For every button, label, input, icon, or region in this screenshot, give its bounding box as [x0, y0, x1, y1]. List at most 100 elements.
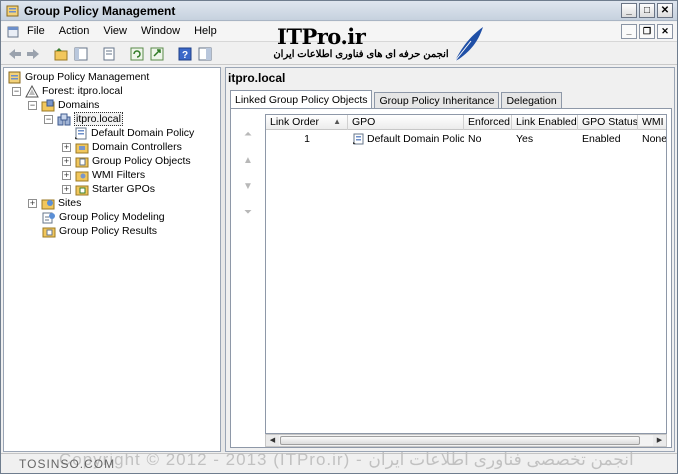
- linked-gpo-list[interactable]: Link Order ▲ GPO Enforced Link Enabled GP…: [265, 114, 667, 434]
- tree-item-default-domain-policy[interactable]: Default Domain Policy: [74, 126, 194, 140]
- tab-linked-gpos[interactable]: Linked Group Policy Objects: [230, 90, 373, 109]
- cell-link-enabled: Yes: [516, 132, 534, 145]
- feather-icon: [454, 27, 483, 62]
- tree-item-modeling[interactable]: Group Policy Modeling: [42, 210, 165, 224]
- horizontal-scrollbar[interactable]: ◀ ▶: [265, 434, 667, 447]
- help-icon[interactable]: ?: [177, 46, 193, 62]
- maximize-button[interactable]: □: [639, 3, 655, 18]
- menu-view[interactable]: View: [103, 25, 127, 37]
- app-window: Group Policy Management _ □ ✕ File Actio…: [0, 0, 678, 474]
- back-arrow-icon[interactable]: [7, 46, 23, 62]
- cell-wmi: None: [642, 132, 667, 145]
- column-header-enforced[interactable]: Enforced: [464, 115, 512, 130]
- expand-toggle[interactable]: +: [62, 184, 71, 194]
- move-up-icon[interactable]: ▲: [241, 155, 255, 169]
- tree-item-sites[interactable]: + Sites: [28, 196, 81, 210]
- column-label: Link Order: [270, 116, 320, 128]
- tree-item-gpm[interactable]: Group Policy Management: [8, 70, 149, 84]
- tree-label: Sites: [58, 197, 82, 209]
- wmi-folder-icon: [75, 171, 89, 181]
- child-close-button[interactable]: ✕: [657, 24, 673, 39]
- menu-help[interactable]: Help: [194, 25, 217, 37]
- collapse-toggle[interactable]: −: [12, 86, 21, 96]
- column-header-gpo-status[interactable]: GPO Status: [578, 115, 638, 130]
- column-header-gpo[interactable]: GPO: [348, 115, 464, 130]
- menu-file[interactable]: File: [27, 25, 45, 37]
- logo-brand: ITPro.ir: [277, 24, 366, 49]
- modeling-icon: [42, 212, 55, 223]
- menu-action[interactable]: Action: [59, 25, 90, 37]
- collapse-toggle[interactable]: −: [44, 114, 53, 124]
- cell-gpo: Default Domain Policy: [348, 131, 464, 146]
- action-pane-icon[interactable]: [197, 46, 213, 62]
- details-title: itpro.local: [228, 71, 286, 85]
- child-minimize-button[interactable]: _: [621, 24, 637, 39]
- expand-toggle[interactable]: +: [62, 156, 71, 166]
- up-folder-icon[interactable]: [53, 46, 69, 62]
- results-icon: [42, 227, 56, 237]
- status-bar: Copyright © 2012 - 2013 (ITPro.ir) - انج…: [1, 450, 677, 473]
- tree-label: Group Policy Management: [25, 71, 150, 83]
- tab-gp-inheritance[interactable]: Group Policy Inheritance: [374, 92, 500, 109]
- cell-link-order: 1: [304, 132, 310, 145]
- cell-enforced: No: [468, 132, 482, 145]
- move-top-icon[interactable]: ⏶: [241, 129, 255, 143]
- tree-item-results[interactable]: Group Policy Results: [42, 224, 157, 238]
- tree-label: Group Policy Modeling: [59, 211, 165, 223]
- move-down-icon[interactable]: ▼: [241, 181, 255, 195]
- scroll-left-icon[interactable]: ◀: [266, 435, 279, 446]
- forward-arrow-icon[interactable]: [25, 46, 41, 62]
- window-title: Group Policy Management: [24, 4, 176, 18]
- show-hide-tree-icon[interactable]: [73, 46, 89, 62]
- scroll-thumb[interactable]: [280, 436, 640, 445]
- expand-toggle[interactable]: +: [28, 198, 37, 208]
- tree-item-domain[interactable]: − itpro.local: [44, 112, 123, 126]
- tree-item-starter-gpos[interactable]: + Starter GPOs: [62, 182, 155, 196]
- ou-folder-icon: [75, 143, 89, 153]
- tree-label: Group Policy Objects: [92, 155, 191, 167]
- scroll-right-icon[interactable]: ▶: [653, 435, 666, 446]
- move-bottom-icon[interactable]: ⏷: [241, 207, 255, 221]
- svg-text:?: ?: [182, 50, 188, 61]
- forest-icon: [25, 84, 39, 97]
- tree-label: Domains: [58, 99, 100, 111]
- list-header: Link Order ▲ GPO Enforced Link Enabled GP…: [266, 115, 666, 130]
- itpro-logo: ITPro.ir انجمن حرفه ای های فناوری اطلاعا…: [271, 23, 486, 65]
- tab-delegation[interactable]: Delegation: [501, 92, 562, 109]
- column-header-link-order[interactable]: Link Order ▲: [266, 115, 348, 130]
- tree-item-domain-controllers[interactable]: + Domain Controllers: [62, 140, 182, 154]
- tree-item-forest[interactable]: − Forest: itpro.local: [12, 84, 123, 98]
- minimize-button[interactable]: _: [621, 3, 637, 18]
- cell-gpo-status: Enabled: [582, 132, 621, 145]
- tree-item-wmi-filters[interactable]: + WMI Filters: [62, 168, 145, 182]
- starter-gpo-folder-icon: [75, 185, 89, 195]
- tree-item-domains[interactable]: − Domains: [28, 98, 99, 112]
- domain-icon: [57, 113, 71, 125]
- table-row[interactable]: 1 Default Domain Policy No Yes Enabled N…: [266, 131, 667, 146]
- child-restore-button[interactable]: ❐: [639, 24, 655, 39]
- close-button[interactable]: ✕: [657, 3, 673, 18]
- title-bar[interactable]: Group Policy Management _ □ ✕: [1, 1, 677, 21]
- details-pane: itpro.local Linked Group Policy Objects …: [225, 67, 675, 452]
- tree-item-group-policy-objects[interactable]: + Group Policy Objects: [62, 154, 191, 168]
- properties-icon[interactable]: [101, 46, 117, 62]
- expand-toggle[interactable]: +: [62, 142, 71, 152]
- tree-label: Group Policy Results: [59, 225, 158, 237]
- domains-folder-icon: [41, 99, 55, 111]
- group-policy-icon: [6, 5, 19, 17]
- sort-ascending-icon: ▲: [333, 117, 341, 126]
- tree-label: Default Domain Policy: [91, 127, 195, 139]
- tree-label: WMI Filters: [92, 169, 146, 181]
- refresh-icon[interactable]: [129, 46, 145, 62]
- console-tree[interactable]: Group Policy Management − Forest: itpro.…: [3, 67, 221, 452]
- logo-tagline: انجمن حرفه ای های فناوری اطلاعات ایران: [273, 49, 449, 60]
- export-list-icon[interactable]: [149, 46, 165, 62]
- console-icon[interactable]: [7, 26, 19, 38]
- column-header-link-enabled[interactable]: Link Enabled: [512, 115, 578, 130]
- menu-window[interactable]: Window: [141, 25, 180, 37]
- expand-toggle[interactable]: +: [62, 170, 71, 180]
- collapse-toggle[interactable]: −: [28, 100, 37, 110]
- gpo-folder-icon: [75, 157, 89, 167]
- column-header-wmi[interactable]: WMI: [638, 115, 666, 130]
- copyright-watermark: Copyright © 2012 - 2013 (ITPro.ir) - انج…: [59, 450, 634, 469]
